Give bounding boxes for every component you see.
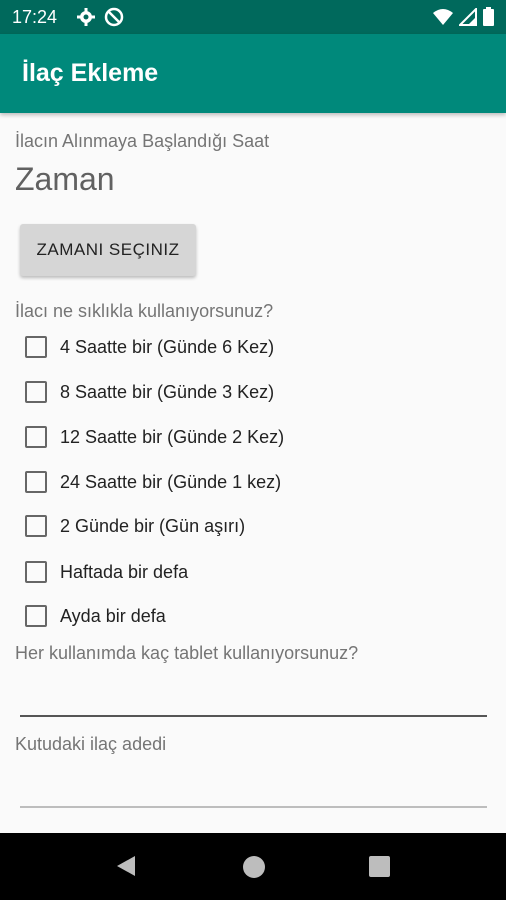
frequency-option-24h[interactable]: 24 Saatte bir (Günde 1 kez)	[25, 464, 281, 500]
start-time-label: İlacın Alınmaya Başlandığı Saat	[15, 131, 270, 151]
no-disturb-icon	[104, 7, 124, 32]
checkbox[interactable]	[25, 515, 47, 537]
checkbox[interactable]	[25, 605, 47, 627]
checkbox[interactable]	[25, 426, 47, 448]
status-bar: 17:24	[0, 0, 506, 34]
frequency-option-8h[interactable]: 8 Saatte bir (Günde 3 Kez)	[25, 374, 274, 410]
box-count-label: Kutudaki ilaç adedi	[15, 734, 167, 754]
frequency-option-12h[interactable]: 12 Saatte bir (Günde 2 Kez)	[25, 419, 284, 455]
checkbox[interactable]	[25, 336, 47, 358]
tablet-count-input[interactable]	[20, 673, 487, 715]
checkbox-label: 12 Saatte bir (Günde 2 Kez)	[60, 426, 285, 447]
box-count-underline	[20, 806, 487, 808]
gear-icon	[76, 7, 96, 32]
frequency-label: İlacı ne sıklıkla kullanıyorsunuz?	[15, 301, 274, 321]
battery-icon	[483, 7, 494, 31]
select-time-button[interactable]: ZAMANI SEÇINIZ	[20, 224, 196, 276]
box-count-input[interactable]	[20, 763, 487, 806]
frequency-option-2days[interactable]: 2 Günde bir (Gün aşırı)	[25, 508, 245, 544]
checkbox[interactable]	[25, 561, 47, 583]
signal-icon	[457, 6, 477, 31]
home-icon[interactable]	[243, 856, 265, 878]
time-value: Zaman	[15, 161, 115, 197]
frequency-option-4h[interactable]: 4 Saatte bir (Günde 6 Kez)	[25, 329, 274, 365]
navigation-bar	[0, 833, 506, 900]
checkbox-label: 4 Saatte bir (Günde 6 Kez)	[60, 336, 275, 357]
medication-form: İlacın Alınmaya Başlandığı Saat Zaman ZA…	[0, 113, 506, 833]
status-time: 17:24	[12, 7, 58, 27]
frequency-option-monthly[interactable]: Ayda bir defa	[25, 598, 166, 634]
tablet-count-label: Her kullanımda kaç tablet kullanıyorsunu…	[15, 643, 359, 663]
checkbox-label: Haftada bir defa	[60, 561, 189, 582]
tablet-count-underline	[20, 715, 487, 717]
page-title: İlaç Ekleme	[22, 59, 159, 87]
checkbox-label: 2 Günde bir (Gün aşırı)	[60, 515, 246, 536]
checkbox[interactable]	[25, 471, 47, 493]
checkbox-label: Ayda bir defa	[60, 605, 166, 626]
frequency-option-weekly[interactable]: Haftada bir defa	[25, 554, 188, 590]
checkbox-label: 8 Saatte bir (Günde 3 Kez)	[60, 381, 275, 402]
checkbox-label: 24 Saatte bir (Günde 1 kez)	[60, 471, 282, 492]
back-icon[interactable]	[116, 855, 136, 882]
checkbox[interactable]	[25, 381, 47, 403]
app-bar: İlaç Ekleme	[0, 34, 506, 113]
recents-icon[interactable]	[369, 856, 390, 877]
wifi-icon	[433, 8, 453, 31]
